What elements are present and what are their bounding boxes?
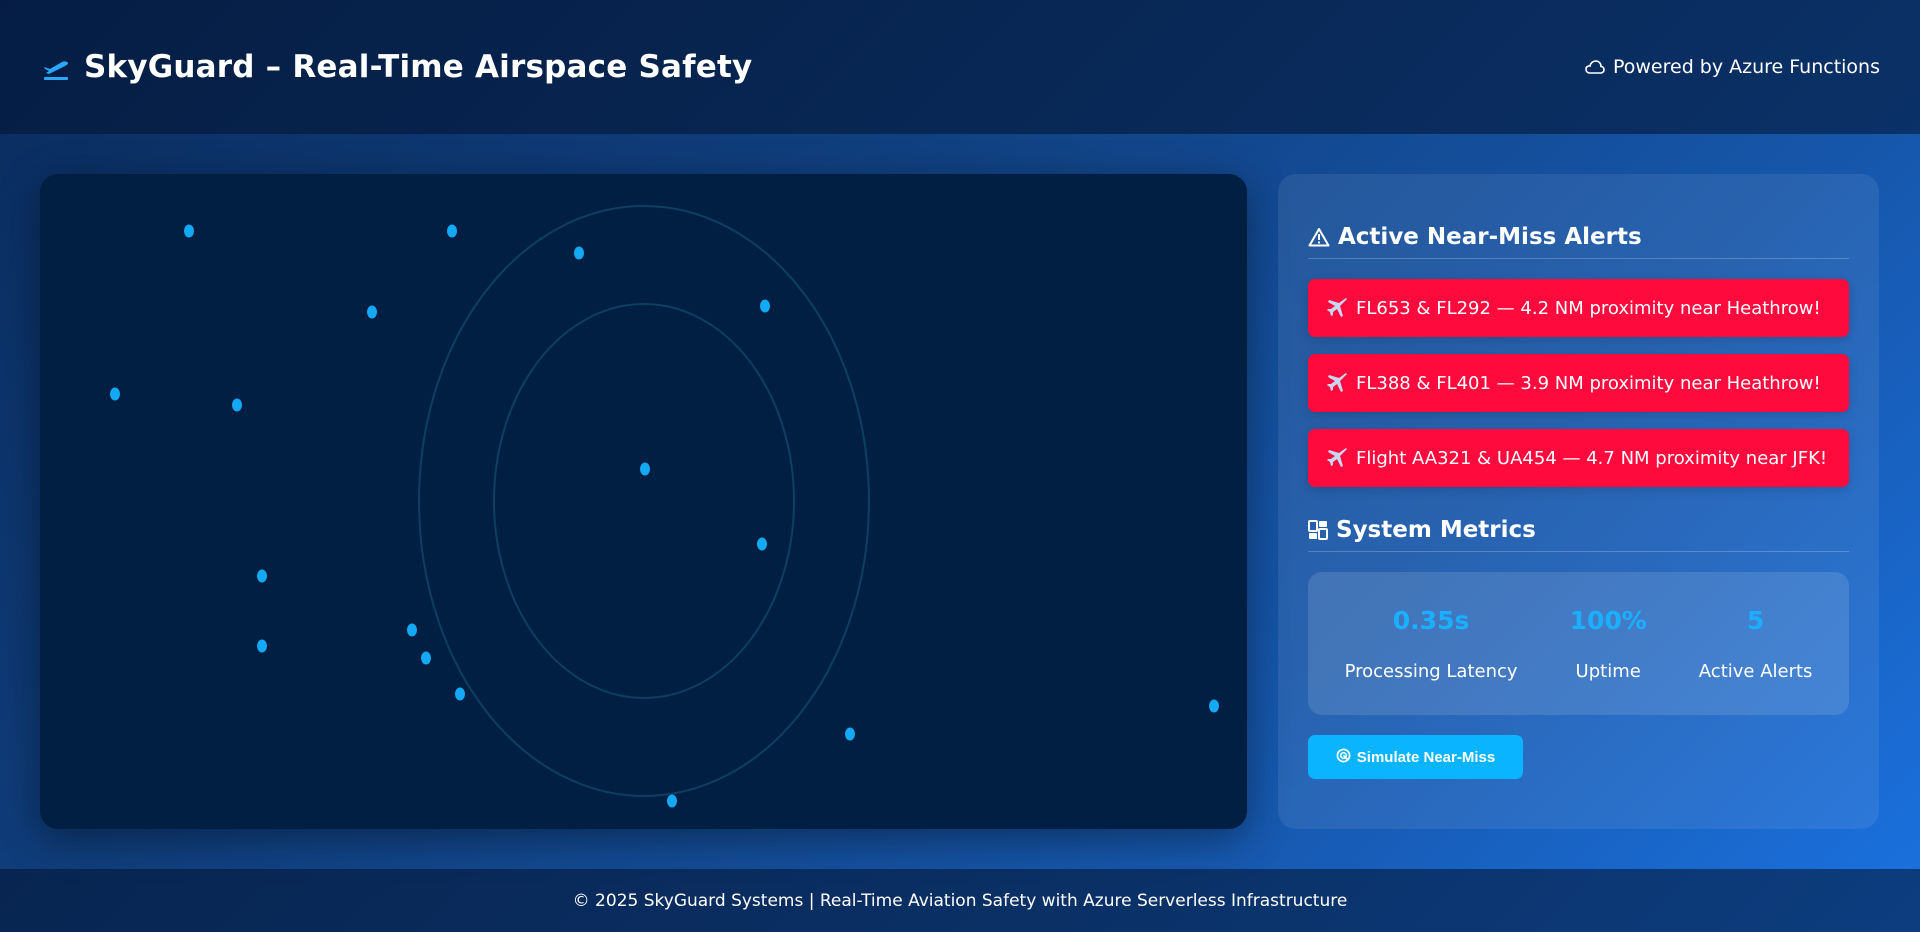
alerts-list: FL653 & FL292 — 4.2 NM proximity near He… xyxy=(1308,279,1849,487)
radar-ring-inner xyxy=(493,303,795,699)
footer-text: © 2025 SkyGuard Systems | Real-Time Avia… xyxy=(572,890,1348,911)
warning-icon xyxy=(1308,227,1330,247)
aircraft-blip[interactable] xyxy=(667,794,677,808)
aircraft-blip[interactable] xyxy=(845,727,855,741)
alert-text: Flight AA321 & UA454 — 4.7 NM proximity … xyxy=(1356,447,1828,469)
metric-label: Processing Latency xyxy=(1344,660,1518,682)
metric-uptime: 100% Uptime xyxy=(1570,606,1647,682)
alert-item[interactable]: Flight AA321 & UA454 — 4.7 NM proximity … xyxy=(1308,429,1849,487)
side-panel: Active Near-Miss Alerts FL653 & FL292 — … xyxy=(1278,174,1879,829)
cloud-icon xyxy=(1585,59,1605,75)
dashboard-icon xyxy=(1308,520,1328,540)
powered-by: Powered by Azure Functions xyxy=(1585,56,1880,78)
simulate-label: Simulate Near-Miss xyxy=(1356,748,1496,766)
alert-item[interactable]: FL388 & FL401 — 3.9 NM proximity near He… xyxy=(1308,354,1849,412)
aircraft-blip[interactable] xyxy=(574,246,584,260)
metrics-box: 0.35s Processing Latency 100% Uptime 5 A… xyxy=(1308,572,1849,715)
metric-active-alerts: 5 Active Alerts xyxy=(1699,606,1813,682)
radar-ring-outer xyxy=(418,205,870,797)
aircraft-blips xyxy=(110,224,1219,808)
alert-item[interactable]: FL653 & FL292 — 4.2 NM proximity near He… xyxy=(1308,279,1849,337)
aircraft-blip[interactable] xyxy=(760,299,770,313)
app-header: SkyGuard – Real-Time Airspace Safety Pow… xyxy=(0,0,1920,134)
alert-text: FL653 & FL292 — 4.2 NM proximity near He… xyxy=(1356,297,1821,319)
metric-value: 5 xyxy=(1746,605,1765,635)
powered-by-text: Powered by Azure Functions xyxy=(1612,56,1880,78)
page-title: SkyGuard – Real-Time Airspace Safety xyxy=(84,49,753,85)
aircraft-blip[interactable] xyxy=(257,569,267,583)
radar-canvas xyxy=(110,205,1219,808)
aircraft-blip[interactable] xyxy=(1209,699,1219,713)
metric-value: 100% xyxy=(1569,605,1647,635)
airplane-departure-icon xyxy=(40,51,72,83)
metric-label: Uptime xyxy=(1575,660,1641,682)
radar-icon xyxy=(1336,748,1351,767)
footer: © 2025 SkyGuard Systems | Real-Time Avia… xyxy=(0,869,1920,932)
radar-map[interactable] xyxy=(40,174,1247,829)
aircraft-blip[interactable] xyxy=(757,537,767,551)
aircraft-blip[interactable] xyxy=(232,398,242,412)
metric-latency: 0.35s Processing Latency xyxy=(1345,606,1518,682)
simulate-near-miss-button[interactable]: Simulate Near-Miss xyxy=(1308,735,1523,779)
airplane-icon xyxy=(1326,371,1350,395)
airplane-icon xyxy=(1326,296,1350,320)
metric-label: Active Alerts xyxy=(1698,660,1813,682)
aircraft-blip[interactable] xyxy=(184,224,194,238)
alerts-title: Active Near-Miss Alerts xyxy=(1308,224,1849,259)
aircraft-blip[interactable] xyxy=(407,623,417,637)
aircraft-blip[interactable] xyxy=(455,687,465,701)
airplane-icon xyxy=(1326,446,1350,470)
aircraft-blip[interactable] xyxy=(257,639,267,653)
brand: SkyGuard – Real-Time Airspace Safety xyxy=(40,49,752,85)
aircraft-blip[interactable] xyxy=(640,462,650,476)
aircraft-blip[interactable] xyxy=(421,651,431,665)
aircraft-blip[interactable] xyxy=(367,305,377,319)
aircraft-blip[interactable] xyxy=(447,224,457,238)
metrics-title: System Metrics xyxy=(1308,517,1849,552)
metric-value: 0.35s xyxy=(1392,605,1470,635)
alert-text: FL388 & FL401 — 3.9 NM proximity near He… xyxy=(1356,372,1821,394)
aircraft-blip[interactable] xyxy=(110,387,120,401)
